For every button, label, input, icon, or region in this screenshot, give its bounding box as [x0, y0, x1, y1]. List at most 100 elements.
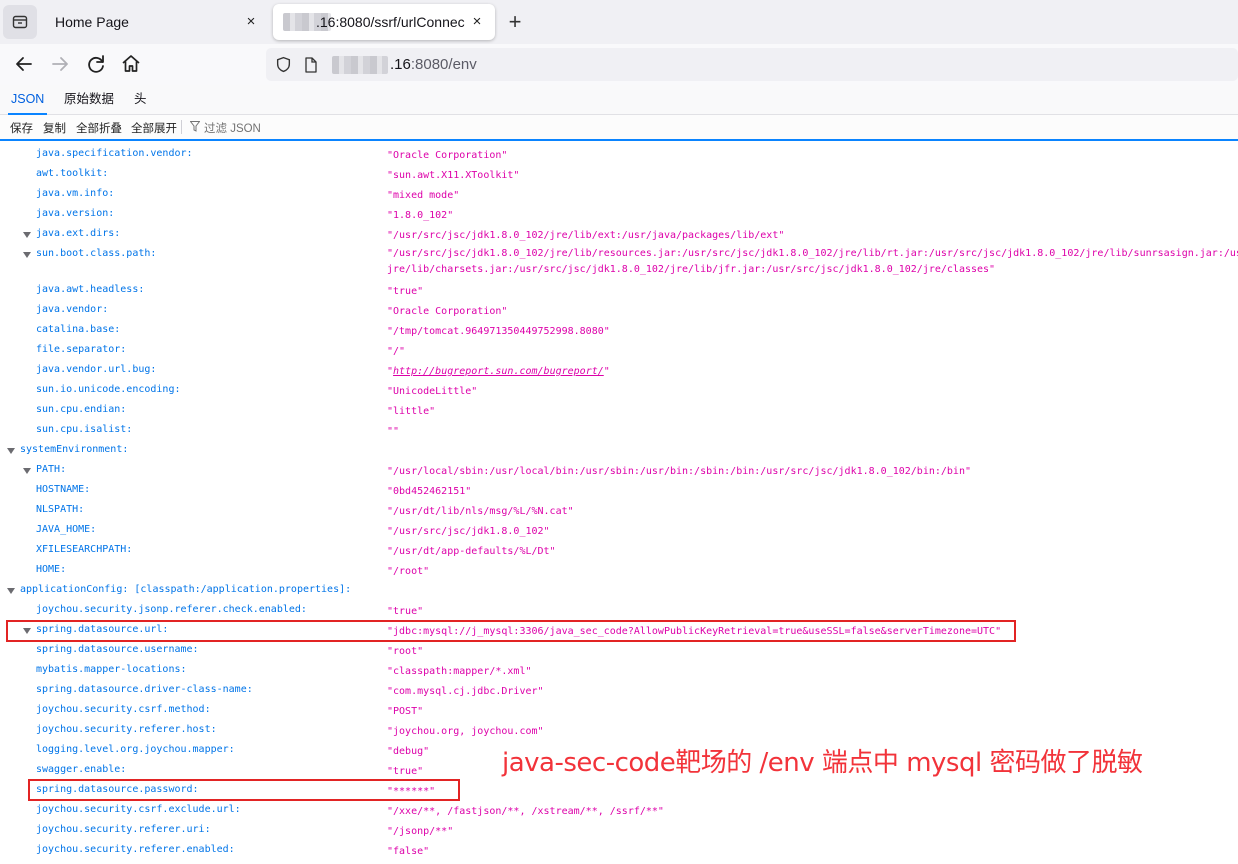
json-key: joychou.security.referer.enabled:	[36, 844, 235, 855]
tab-overview-icon	[12, 15, 28, 29]
highlight-datasource-password	[28, 779, 460, 801]
json-value: "classpath:mapper/*.xml"	[387, 666, 532, 677]
copy-button[interactable]: 复制	[43, 120, 66, 136]
json-row[interactable]: joychou.security.csrf.exclude.url: "/xxe/…	[0, 801, 1238, 821]
json-row[interactable]: catalina.base: "/tmp/tomcat.9649713504497…	[0, 321, 1238, 341]
json-row[interactable]: java.vendor: "Oracle Corporation"	[0, 301, 1238, 321]
json-value: "debug"	[387, 746, 430, 757]
save-button[interactable]: 保存	[10, 120, 33, 136]
tab-headers[interactable]: 头	[134, 85, 147, 114]
json-row[interactable]: joychou.security.csrf.method: "POST"	[0, 701, 1238, 721]
json-value: "/"	[387, 346, 406, 357]
json-value: "/jsonp/**"	[387, 826, 454, 837]
json-key: java.vendor.url.bug:	[36, 364, 157, 375]
json-key: sun.io.unicode.encoding:	[36, 384, 181, 395]
expand-toggle-icon[interactable]	[23, 232, 31, 238]
expand-toggle-icon[interactable]	[23, 252, 31, 258]
json-key: awt.toolkit:	[36, 168, 109, 179]
json-value: "true"	[387, 606, 424, 617]
json-row[interactable]: HOSTNAME: "0bd452462151"	[0, 481, 1238, 501]
json-value: "/usr/src/jsc/jdk1.8.0_102/jre/lib/resou…	[387, 246, 1238, 278]
expand-toggle-icon[interactable]	[7, 448, 15, 454]
json-row[interactable]: sun.boot.class.path: "/usr/src/jsc/jdk1.8…	[0, 245, 1238, 281]
expand-toggle-icon[interactable]	[23, 468, 31, 474]
forward-arrow-icon[interactable]	[48, 52, 72, 76]
bug-report-link[interactable]: http://bugreport.sun.com/bugreport/	[393, 366, 604, 377]
tab-close-icon[interactable]: ×	[241, 12, 261, 32]
tab-home-page[interactable]: Home Page ×	[44, 4, 268, 40]
json-row[interactable]: HOME: "/root"	[0, 561, 1238, 581]
json-key: spring.datasource.driver-class-name:	[36, 684, 253, 695]
json-key: java.vendor:	[36, 304, 109, 315]
json-key: XFILESEARCHPATH:	[36, 544, 133, 555]
json-key: java.ext.dirs:	[36, 228, 121, 239]
address-bar[interactable]: .16:8080/env	[266, 48, 1238, 81]
json-row[interactable]: file.separator: "/"	[0, 341, 1238, 361]
json-row[interactable]: joychou.security.referer.uri: "/jsonp/**"	[0, 821, 1238, 841]
page-icon[interactable]	[304, 57, 318, 73]
json-row[interactable]: joychou.security.referer.host: "joychou.o…	[0, 721, 1238, 741]
json-row[interactable]: joychou.security.jsonp.referer.check.ena…	[0, 601, 1238, 621]
json-value: "true"	[387, 286, 424, 297]
tab-ssrf-url[interactable]: .16:8080/ssrf/urlConnec ×	[273, 4, 495, 40]
json-value: "root"	[387, 646, 424, 657]
expand-toggle-icon[interactable]	[7, 588, 15, 594]
json-row[interactable]: applicationConfig: [classpath:/applicati…	[0, 581, 1238, 601]
json-row[interactable]: joychou.security.referer.enabled: "false"	[0, 841, 1238, 861]
collapse-all-button[interactable]: 全部折叠	[76, 120, 122, 136]
json-key: sun.boot.class.path:	[36, 248, 157, 259]
json-row[interactable]: mybatis.mapper-locations: "classpath:mapp…	[0, 661, 1238, 681]
json-row[interactable]: java.ext.dirs: "/usr/src/jsc/jdk1.8.0_102…	[0, 225, 1238, 245]
filter-json-input[interactable]: 过滤 JSON	[204, 120, 261, 136]
shield-icon[interactable]	[275, 56, 292, 73]
home-icon[interactable]	[119, 52, 143, 76]
json-row[interactable]: XFILESEARCHPATH: "/usr/dt/app-defaults/%L…	[0, 541, 1238, 561]
json-value: "little"	[387, 406, 436, 417]
json-value: "0bd452462151"	[387, 486, 472, 497]
json-value: "joychou.org, joychou.com"	[387, 726, 544, 737]
json-row[interactable]: java.awt.headless: "true"	[0, 281, 1238, 301]
json-value: "/root"	[387, 566, 430, 577]
tab-raw-data[interactable]: 原始数据	[64, 85, 114, 114]
filter-icon	[190, 121, 200, 132]
json-key: java.vm.info:	[36, 188, 115, 199]
json-row[interactable]: sun.cpu.isalist: ""	[0, 421, 1238, 441]
json-row[interactable]: sun.io.unicode.encoding: "UnicodeLittle"	[0, 381, 1238, 401]
json-row[interactable]: spring.datasource.driver-class-name: "com…	[0, 681, 1238, 701]
json-row[interactable]: NLSPATH: "/usr/dt/lib/nls/msg/%L/%N.cat"	[0, 501, 1238, 521]
json-row[interactable]: awt.toolkit: "sun.awt.X11.XToolkit"	[0, 165, 1238, 185]
reload-icon[interactable]	[84, 52, 108, 76]
json-key: file.separator:	[36, 344, 127, 355]
tab-json[interactable]: JSON	[7, 85, 48, 115]
json-value: "UnicodeLittle"	[387, 386, 478, 397]
json-row[interactable]: java.vm.info: "mixed mode"	[0, 185, 1238, 205]
json-key: JAVA_HOME:	[36, 524, 97, 535]
new-tab-button[interactable]: +	[503, 9, 527, 35]
redacted-host	[332, 56, 388, 74]
json-row[interactable]: JAVA_HOME: "/usr/src/jsc/jdk1.8.0_102"	[0, 521, 1238, 541]
json-key: catalina.base:	[36, 324, 121, 335]
json-toolbar: 保存 复制 全部折叠 全部展开 过滤 JSON	[0, 115, 1238, 141]
json-key: PATH:	[36, 464, 67, 475]
expand-all-button[interactable]: 全部展开	[131, 120, 177, 136]
navigation-bar: .16:8080/env	[0, 44, 1238, 86]
back-arrow-icon[interactable]	[12, 52, 36, 76]
tab-close-icon[interactable]: ×	[467, 12, 487, 32]
annotation-text: java-sec-code靶场的 /env 端点中 mysql 密码做了脱敏	[502, 748, 1143, 778]
json-row[interactable]: java.vendor.url.bug: "http://bugreport.su…	[0, 361, 1238, 381]
json-key: applicationConfig: [classpath:/applicati…	[20, 584, 352, 595]
json-row[interactable]: sun.cpu.endian: "little"	[0, 401, 1238, 421]
json-key: sun.cpu.endian:	[36, 404, 127, 415]
json-key: systemEnvironment:	[20, 444, 129, 455]
json-key: java.awt.headless:	[36, 284, 145, 295]
json-value: "Oracle Corporation"	[387, 150, 508, 161]
json-key: java.version:	[36, 208, 115, 219]
json-value: "false"	[387, 846, 430, 857]
json-value: "/xxe/**, /fastjson/**, /xstream/**, /ss…	[387, 806, 664, 817]
json-row[interactable]: java.version: "1.8.0_102"	[0, 205, 1238, 225]
json-row[interactable]: java.specification.vendor: "Oracle Corpor…	[0, 145, 1238, 165]
json-row[interactable]: PATH: "/usr/local/sbin:/usr/local/bin:/us…	[0, 461, 1238, 481]
tab-overview-button[interactable]	[3, 5, 37, 39]
json-row[interactable]: systemEnvironment:	[0, 441, 1238, 461]
json-row[interactable]: spring.datasource.username: "root"	[0, 641, 1238, 661]
